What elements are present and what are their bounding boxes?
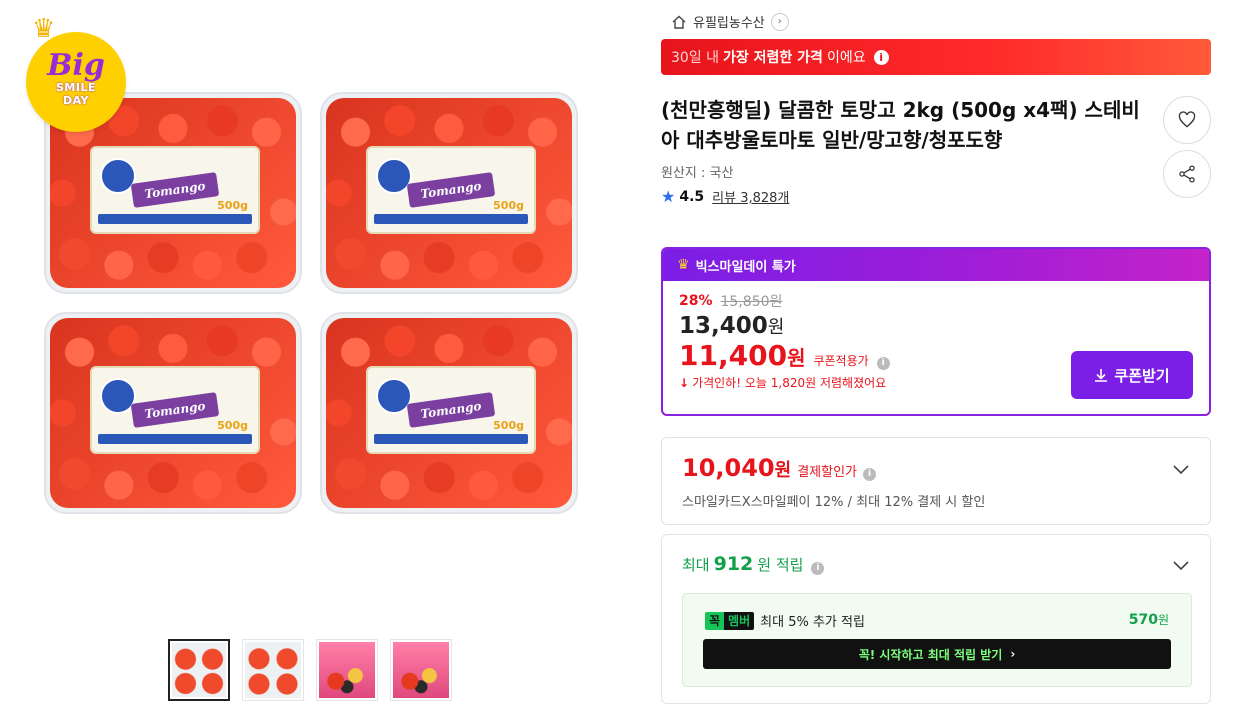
share-button[interactable] [1163,150,1211,198]
info-icon[interactable]: i [876,356,890,370]
product-title: (천만흥행딜) 달콤한 토망고 2kg (500g x4팩) 스테비아 대추방울… [661,98,1140,152]
original-price: 15,850원 [720,294,783,310]
rating-score: 4.5 [679,188,705,205]
tomato-pack: Tomango 500g [320,92,578,294]
member-signup-button[interactable]: 꼭! 시작하고 최대 적립 받기 › [703,639,1171,669]
heart-icon [1178,111,1196,128]
get-coupon-button[interactable]: 쿠폰받기 [1071,351,1193,399]
reward-amount: 912 [713,553,754,575]
shop-name: 유필립농수산 [693,16,765,31]
payment-desc: 스마일카드X스마일페이 12% / 최대 12% 결제 시 할인 [682,495,986,510]
sale-price: 13,400원 [679,313,785,339]
chevron-down-icon[interactable] [1172,556,1190,574]
member-reward-amount: 570원 [1128,612,1169,628]
info-icon[interactable]: i [873,49,889,65]
star-icon: ★ [661,187,676,206]
wishlist-button[interactable] [1163,96,1211,144]
chevron-right-icon: › [1010,647,1016,661]
big-smile-day-badge: ♛ Big SMILE DAY [26,14,126,132]
tomato-pack: Tomango 500g [320,312,578,514]
rating: ★ 4.5 리뷰 3,828개 [661,187,789,206]
discount-rate: 28% [679,293,713,309]
crown-icon: ♛ [677,257,690,273]
origin-text: 원산지 : 국산 [661,166,734,181]
member-tag: 꼭 멤버 [705,611,755,630]
thumbnail-list [168,639,452,701]
badge-big-text: Big [47,48,105,83]
crown-icon: ♛ [32,14,56,44]
chevron-down-icon[interactable] [1172,460,1190,478]
lowest-price-banner: 30일 내 가장 저렴한 가격 이에요 i [661,39,1211,75]
member-reward-box: 꼭 멤버 최대 5% 추가 적립 570원 꼭! 시작하고 최대 적립 받기 › [682,593,1192,687]
home-icon [672,15,686,29]
chevron-right-icon: › [770,12,789,31]
payment-price: 10,040 [682,454,775,482]
download-icon [1095,369,1108,382]
tomato-pack: Tomango 500g [44,312,302,514]
product-info: 유필립농수산 › 30일 내 가장 저렴한 가격 이에요 i (천만흥행딜) 달… [661,0,1211,713]
thumbnail-3[interactable] [316,639,378,701]
thumbnail-4[interactable] [390,639,452,701]
reward-card: 최대 912 원 적립 i 꼭 멤버 최대 5% 추가 적립 570원 꼭! 시작… [661,534,1211,704]
product-gallery: Tomango 500g Tomango 500g Tomango 500g Toma… [0,0,620,713]
review-count-link[interactable]: 리뷰 3,828개 [712,187,789,206]
special-deal-box: ♛ 빅스마일데이 특가 28% 15,850원 13,400원 11,400원 … [661,247,1211,416]
shop-link[interactable]: 유필립농수산 › [671,12,789,31]
payment-discount-card[interactable]: 10,040원 결제할인가 i 스마일카드X스마일페이 12% / 최대 12%… [661,437,1211,525]
info-icon[interactable]: i [863,467,876,481]
badge-smile-text: SMILE DAY [56,81,96,107]
down-arrow-icon: ↓ [679,375,690,390]
share-icon [1179,165,1195,183]
main-product-image[interactable]: Tomango 500g Tomango 500g Tomango 500g Toma… [28,58,608,548]
deal-header: ♛ 빅스마일데이 특가 [663,249,1209,281]
thumbnail-2[interactable] [242,639,304,701]
thumbnail-1[interactable] [168,639,230,701]
info-icon[interactable]: i [811,561,825,575]
